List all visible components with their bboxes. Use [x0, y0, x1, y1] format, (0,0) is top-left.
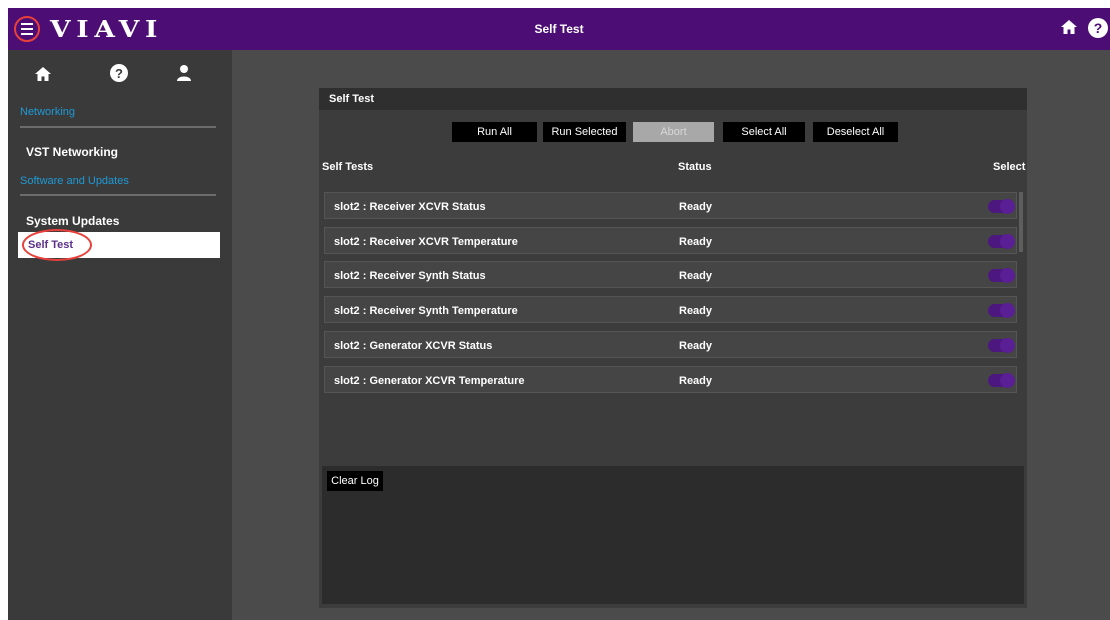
- abort-button[interactable]: Abort: [633, 122, 714, 142]
- sidebar-section-software-updates[interactable]: Software and Updates: [20, 175, 129, 187]
- column-header-tests: Self Tests: [322, 161, 374, 173]
- sidebar: ? Networking VST Networking Software and…: [8, 50, 232, 620]
- test-name: slot2 : Receiver Synth Temperature: [334, 305, 518, 317]
- test-status: Ready: [679, 305, 713, 317]
- home-icon[interactable]: [1060, 19, 1078, 40]
- select-all-button[interactable]: Select All: [723, 122, 805, 142]
- table-row[interactable]: slot2 : Receiver XCVR Status Ready: [324, 192, 1017, 219]
- select-toggle[interactable]: [988, 234, 1015, 249]
- test-name: slot2 : Receiver XCVR Status: [334, 201, 486, 213]
- sidebar-icon-row: ?: [8, 64, 232, 92]
- select-toggle[interactable]: [988, 338, 1015, 353]
- table-row[interactable]: slot2 : Receiver Synth Temperature Ready: [324, 296, 1017, 323]
- select-toggle[interactable]: [988, 373, 1015, 388]
- divider: [20, 194, 216, 196]
- sidebar-item-label: Self Test: [28, 239, 74, 251]
- clear-log-button[interactable]: Clear Log: [327, 471, 383, 491]
- select-toggle[interactable]: [988, 199, 1015, 214]
- test-name: slot2 : Receiver Synth Status: [334, 270, 486, 282]
- self-test-panel: Self Test Run All Run Selected Abort Sel…: [319, 88, 1027, 608]
- test-status: Ready: [679, 201, 713, 213]
- help-icon[interactable]: ?: [110, 64, 128, 82]
- divider: [20, 126, 216, 128]
- test-status: Ready: [679, 375, 713, 387]
- test-status: Ready: [679, 270, 713, 282]
- test-status: Ready: [679, 340, 713, 352]
- help-icon[interactable]: ?: [1088, 18, 1108, 38]
- page-title: Self Test: [534, 22, 584, 36]
- home-icon[interactable]: [34, 66, 52, 87]
- test-name: slot2 : Generator XCVR Status: [334, 340, 493, 352]
- table-row[interactable]: slot2 : Receiver XCVR Temperature Ready: [324, 227, 1017, 254]
- user-icon[interactable]: [176, 64, 192, 87]
- top-bar: VIAVI Self Test ?: [8, 8, 1110, 50]
- run-selected-button[interactable]: Run Selected: [543, 122, 626, 142]
- deselect-all-button[interactable]: Deselect All: [813, 122, 898, 142]
- app-window: VIAVI Self Test ? ? Networking VST Netwo…: [8, 8, 1110, 620]
- select-toggle[interactable]: [988, 268, 1015, 283]
- column-header-status: Status: [678, 161, 712, 173]
- table-row[interactable]: slot2 : Generator XCVR Status Ready: [324, 331, 1017, 358]
- column-header-select: Select: [993, 161, 1026, 173]
- log-area: Clear Log: [322, 466, 1024, 604]
- table-row[interactable]: slot2 : Generator XCVR Temperature Ready: [324, 366, 1017, 393]
- panel-title: Self Test: [319, 88, 1027, 110]
- table-row[interactable]: slot2 : Receiver Synth Status Ready: [324, 261, 1017, 288]
- test-name: slot2 : Generator XCVR Temperature: [334, 375, 525, 387]
- sidebar-item-vst-networking[interactable]: VST Networking: [26, 145, 118, 159]
- scrollbar[interactable]: [1019, 192, 1023, 252]
- sidebar-section-networking[interactable]: Networking: [20, 106, 75, 118]
- run-all-button[interactable]: Run All: [452, 122, 537, 142]
- sidebar-item-system-updates[interactable]: System Updates: [26, 214, 119, 228]
- test-name: slot2 : Receiver XCVR Temperature: [334, 236, 518, 248]
- select-toggle[interactable]: [988, 303, 1015, 318]
- test-status: Ready: [679, 236, 713, 248]
- sidebar-item-self-test[interactable]: Self Test: [18, 229, 220, 261]
